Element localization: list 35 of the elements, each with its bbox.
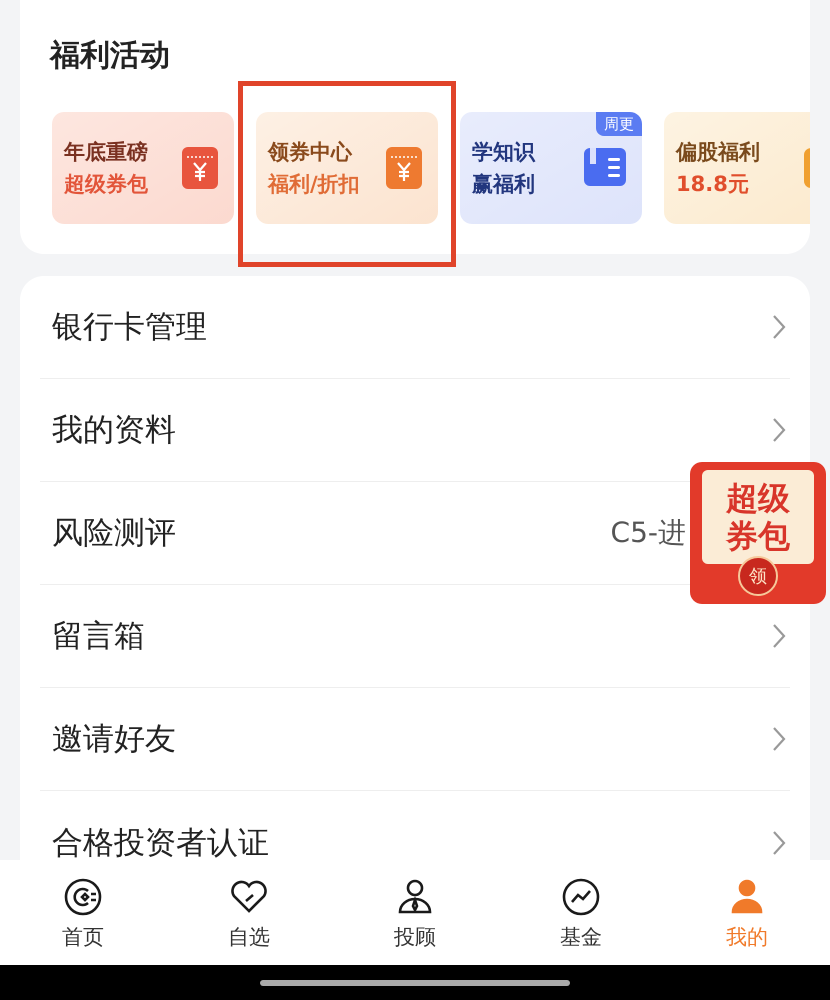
tab[interactable]: 自选 <box>166 876 332 954</box>
menu-item[interactable]: 风险测评 <box>52 515 176 551</box>
chart-icon <box>560 876 602 918</box>
claim-button[interactable]: 领 <box>738 556 778 596</box>
promo-tile[interactable]: 年底重磅 超级券包 <box>52 112 234 224</box>
tab[interactable]: 投顾 <box>332 876 498 954</box>
chevron-right-icon <box>772 417 786 443</box>
menu-item[interactable]: 邀请好友 <box>52 721 176 757</box>
tile-subtitle: 超级券包 <box>64 171 148 198</box>
promo-tile[interactable]: 领券中心 福利/折扣 <box>256 112 438 224</box>
tile-subtitle: 福利/折扣 <box>268 171 360 198</box>
menu-item[interactable]: 我的资料 <box>52 412 176 448</box>
menu-value: C5-进 <box>610 515 686 551</box>
home-icon <box>62 876 104 918</box>
menu-item[interactable]: 合格投资者认证 <box>52 824 269 860</box>
tile-subtitle: 18.8元 <box>676 171 750 198</box>
chevron-right-icon <box>772 314 786 340</box>
tile-subtitle: 赢福利 <box>472 171 535 198</box>
chevron-right-icon <box>772 830 786 856</box>
floating-promo[interactable]: 超级券包 领 <box>690 462 826 604</box>
menu-item[interactable]: 留言箱 <box>52 618 145 654</box>
tile-title: 偏股福利 <box>676 139 760 166</box>
promo-tile[interactable]: 偏股福利 18.8元 <box>664 112 810 224</box>
badge: 周更 <box>596 112 642 136</box>
section-title: 福利活动 <box>50 37 170 75</box>
tile-title: 领券中心 <box>268 139 354 166</box>
tile-title: 学知识 <box>472 139 535 166</box>
chevron-right-icon <box>772 623 786 649</box>
tab[interactable]: 首页 <box>0 876 166 954</box>
promo-tile[interactable]: 学知识 赢福利 周更 <box>460 112 642 224</box>
tab[interactable]: 基金 <box>498 876 664 954</box>
chevron-right-icon <box>772 726 786 752</box>
promo-title: 超级券包 <box>724 479 791 555</box>
menu-item[interactable]: 银行卡管理 <box>52 309 207 345</box>
tile-title: 年底重磅 <box>64 139 148 166</box>
